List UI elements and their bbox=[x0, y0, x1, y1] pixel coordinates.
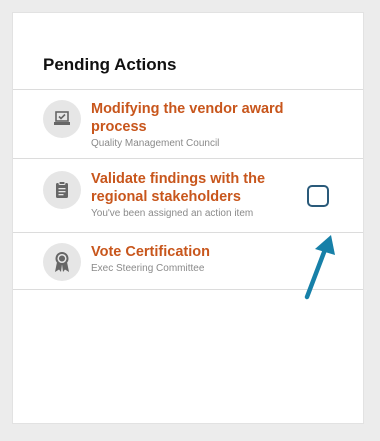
item-title[interactable]: Validate findings with the regional stak… bbox=[91, 170, 301, 206]
action-item-checkbox[interactable] bbox=[307, 185, 329, 207]
list-item-vendor-award[interactable]: Modifying the vendor award process Quali… bbox=[13, 89, 363, 158]
item-title[interactable]: Vote Certification bbox=[91, 243, 301, 261]
clipboard-icon bbox=[43, 171, 81, 209]
item-subtitle: You've been assigned an action item bbox=[91, 208, 254, 219]
pending-actions-card: Pending Actions Modifying the vendor awa… bbox=[13, 13, 363, 423]
list-item-validate-findings[interactable]: Validate findings with the regional stak… bbox=[13, 158, 363, 232]
item-text: Vote Certification Exec Steering Committ… bbox=[91, 243, 301, 275]
ballot-box-icon bbox=[43, 100, 81, 138]
annotation-arrow bbox=[304, 235, 335, 300]
item-subtitle: Quality Management Council bbox=[91, 138, 220, 149]
item-text: Modifying the vendor award process Quali… bbox=[91, 100, 301, 150]
card-title: Pending Actions bbox=[43, 55, 177, 74]
item-title[interactable]: Modifying the vendor award process bbox=[91, 100, 301, 136]
award-ribbon-icon bbox=[43, 243, 81, 281]
item-text: Validate findings with the regional stak… bbox=[91, 170, 301, 220]
item-subtitle: Exec Steering Committee bbox=[91, 263, 205, 274]
